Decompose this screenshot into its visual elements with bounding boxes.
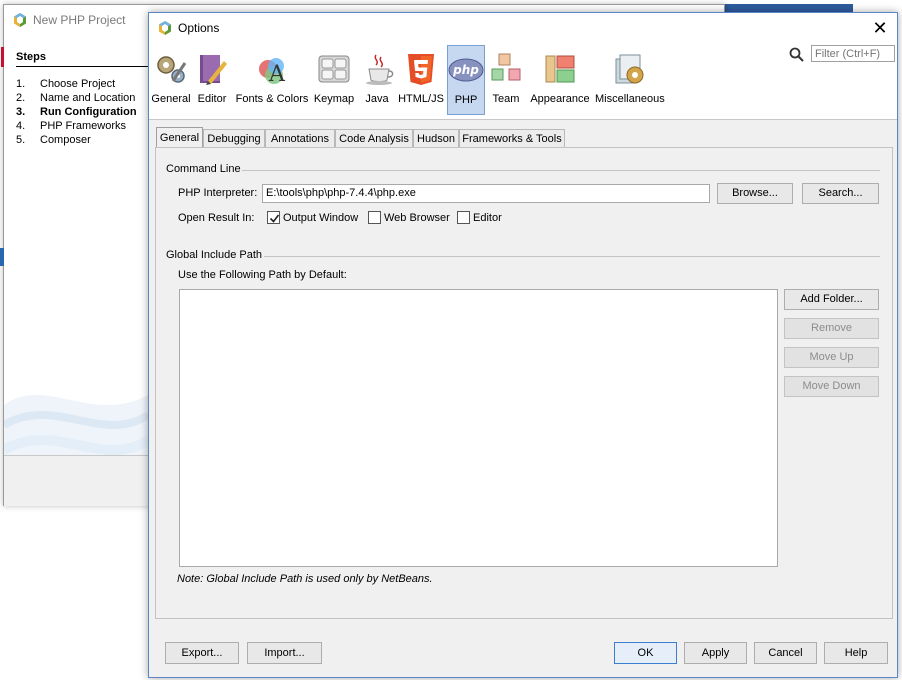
move-up-button[interactable]: Move Up: [784, 347, 879, 368]
options-dialog: Options ✕ General Editor A Fonts & Color…: [148, 12, 898, 678]
html5-icon: [403, 51, 439, 87]
misc-icon: [611, 51, 647, 87]
wizard-title: New PHP Project: [33, 13, 126, 27]
php-interpreter-label: PHP Interpreter:: [178, 187, 258, 199]
export-button[interactable]: Export...: [165, 642, 239, 664]
java-cup-icon: [361, 51, 397, 87]
add-folder-button[interactable]: Add Folder...: [784, 289, 879, 310]
steps-divider: [16, 66, 148, 67]
background-accent: [0, 248, 4, 266]
tab-code-analysis[interactable]: Code Analysis: [335, 129, 413, 147]
category-miscellaneous[interactable]: Miscellaneous: [595, 45, 665, 113]
appearance-icon: [542, 51, 578, 87]
command-line-section-title: Command Line: [166, 163, 241, 175]
category-html-js[interactable]: HTML/JS: [398, 45, 444, 113]
category-general[interactable]: General: [150, 45, 192, 113]
filter-input[interactable]: [811, 45, 895, 62]
step-item: 4. PHP Frameworks: [16, 120, 126, 132]
dialog-title: Options: [178, 21, 220, 35]
svg-text:php: php: [452, 63, 479, 77]
php-icon: php: [448, 52, 484, 88]
php-interpreter-field[interactable]: E:\tools\php\php-7.4.4\php.exe: [262, 184, 710, 203]
category-appearance[interactable]: Appearance: [528, 45, 592, 113]
search-button[interactable]: Search...: [802, 183, 879, 204]
import-button[interactable]: Import...: [247, 642, 322, 664]
web-browser-checkbox[interactable]: [368, 211, 381, 224]
checkmark-icon: [269, 214, 280, 223]
category-toolbar: General Editor A Fonts & Colors Keymap J…: [149, 43, 897, 120]
section-separator: [264, 256, 880, 257]
category-keymap[interactable]: Keymap: [313, 45, 355, 113]
step-item: 1. Choose Project: [16, 78, 116, 90]
tab-hudson[interactable]: Hudson: [413, 129, 459, 147]
netbeans-logo-icon: [157, 20, 173, 39]
tab-annotations[interactable]: Annotations: [265, 129, 335, 147]
fonts-colors-icon: A: [254, 51, 290, 87]
category-php[interactable]: php PHP: [447, 45, 485, 115]
use-default-path-label: Use the Following Path by Default:: [178, 269, 347, 281]
close-icon[interactable]: ✕: [869, 17, 891, 39]
editor-label: Editor: [473, 212, 502, 224]
include-path-note: Note: Global Include Path is used only b…: [177, 573, 433, 585]
svg-text:A: A: [268, 62, 286, 87]
general-tab-panel: Command Line PHP Interpreter: E:\tools\p…: [155, 147, 893, 619]
wizard-steps-panel: Steps 1. Choose Project 2. Name and Locati…: [4, 35, 148, 485]
editor-book-icon: [194, 51, 230, 87]
step-item: 2. Name and Location: [16, 92, 136, 104]
steps-header: Steps: [16, 51, 46, 63]
tab-frameworks-tools[interactable]: Frameworks & Tools: [459, 129, 565, 147]
search-icon: [789, 47, 805, 63]
output-window-checkbox[interactable]: [267, 211, 280, 224]
web-browser-label: Web Browser: [384, 212, 450, 224]
category-editor[interactable]: Editor: [194, 45, 230, 113]
step-item: 5. Composer: [16, 134, 91, 146]
tab-debugging[interactable]: Debugging: [203, 129, 265, 147]
category-team[interactable]: Team: [489, 45, 523, 113]
global-include-path-section-title: Global Include Path: [166, 249, 263, 261]
netbeans-logo-icon: [12, 12, 28, 31]
background-window-edge: [723, 4, 853, 12]
apply-button[interactable]: Apply: [684, 642, 747, 664]
include-path-list[interactable]: [179, 289, 778, 567]
editor-checkbox[interactable]: [457, 211, 470, 224]
gears-icon: [153, 51, 189, 87]
open-result-label: Open Result In:: [178, 212, 255, 224]
category-fonts-colors[interactable]: A Fonts & Colors: [234, 45, 310, 113]
step-item-current: 3. Run Configuration: [16, 106, 137, 118]
browse-button[interactable]: Browse...: [717, 183, 793, 204]
category-java[interactable]: Java: [361, 45, 394, 113]
help-button[interactable]: Help: [824, 642, 888, 664]
keymap-icon: [316, 51, 352, 87]
section-separator: [242, 170, 880, 171]
remove-button[interactable]: Remove: [784, 318, 879, 339]
output-window-label: Output Window: [283, 212, 359, 224]
steps-list: 1. Choose Project 2. Name and Location 3. R…: [16, 77, 137, 147]
tab-general[interactable]: General: [156, 127, 203, 148]
team-cubes-icon: [489, 51, 525, 87]
ok-button[interactable]: OK: [614, 642, 677, 664]
cancel-button[interactable]: Cancel: [754, 642, 817, 664]
move-down-button[interactable]: Move Down: [784, 376, 879, 397]
dialog-titlebar: Options ✕: [149, 13, 897, 43]
